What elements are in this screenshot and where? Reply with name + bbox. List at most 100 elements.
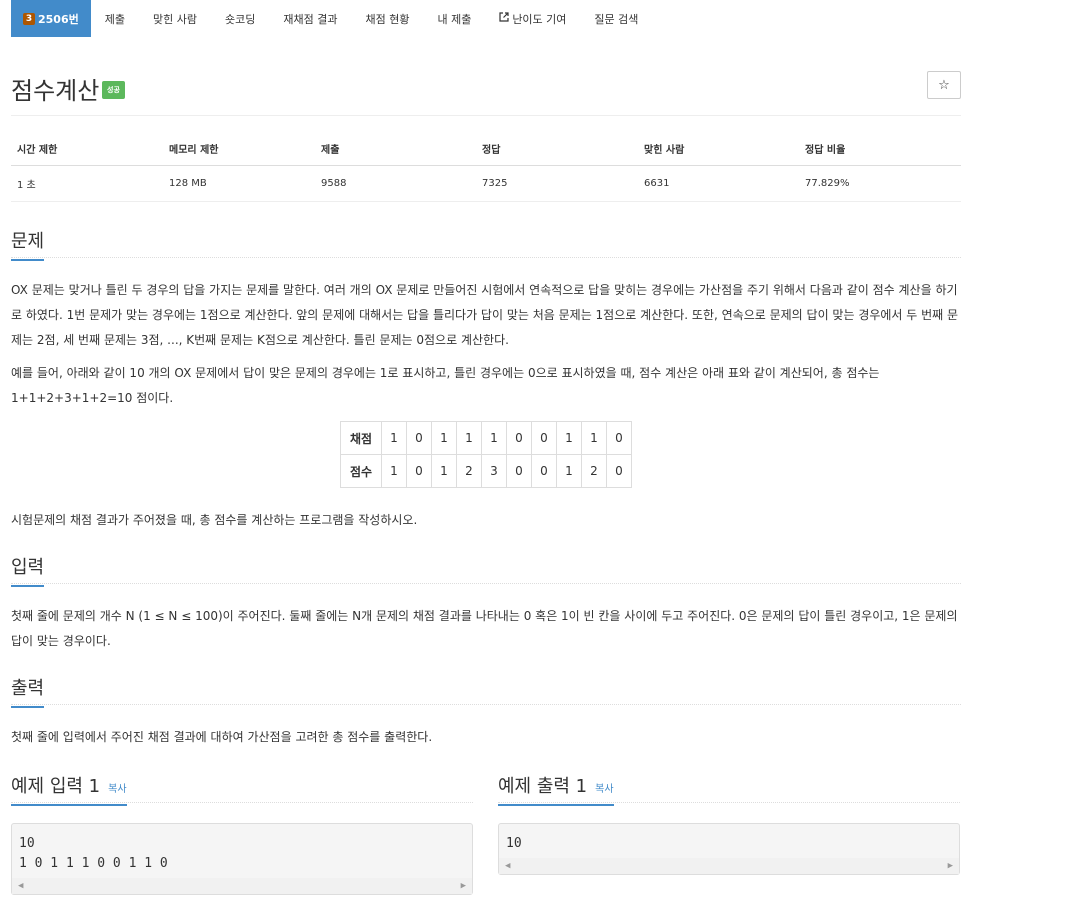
score-cell: 1: [556, 454, 582, 488]
info-value: 128 MB: [163, 165, 315, 202]
info-header: 시간 제한: [11, 132, 163, 166]
score-table: 채점 1 0 1 1 1 0 0 1 1 0 점수 1 0 1 2 3 0 0 …: [340, 421, 632, 488]
copy-sample-output-link[interactable]: 복사: [595, 784, 613, 795]
grading-cell: 0: [531, 421, 557, 455]
tab-rejudge[interactable]: 재채점 결과: [269, 0, 351, 37]
info-value: 6631: [638, 165, 799, 202]
score-cell: 0: [406, 454, 432, 488]
section-header: 입력: [11, 553, 961, 587]
info-value-row: 1 초 128 MB 9588 7325 6631 77.829%: [11, 165, 961, 202]
problem-nav: 3 2506번 제출 맞힌 사람 숏코딩 재채점 결과 채점 현황 내 제출 난…: [11, 0, 961, 37]
sample-input: 예제 입력 1 복사 10 1 0 1 1 1 0 0 1 1 0 ◀ ▶: [11, 772, 473, 895]
score-cell: 2: [581, 454, 607, 488]
score-cell: 1: [381, 454, 407, 488]
tab-status[interactable]: 채점 현황: [351, 0, 423, 37]
sample-input-heading: 예제 입력 1 복사: [11, 772, 127, 806]
horizontal-scrollbar[interactable]: ◀ ▶: [499, 858, 959, 874]
grading-cell: 1: [481, 421, 507, 455]
grading-cell: 1: [381, 421, 407, 455]
output-description: 첫째 줄에 입력에서 주어진 채점 결과에 대하여 가산점을 고려한 총 점수를…: [11, 730, 433, 744]
grading-cell: 0: [506, 421, 532, 455]
info-header: 맞힌 사람: [638, 132, 799, 166]
tab-label: 난이도 기여: [512, 12, 567, 26]
info-header-row: 시간 제한 메모리 제한 제출 정답 맞힌 사람 정답 비율: [11, 132, 961, 166]
grading-cell: 0: [606, 421, 632, 455]
info-value: 77.829%: [799, 165, 961, 202]
info-value: 9588: [315, 165, 476, 202]
score-cell: 0: [506, 454, 532, 488]
grading-cell: 0: [406, 421, 432, 455]
tab-my-submissions[interactable]: 내 제출: [423, 0, 485, 37]
score-row-label: 점수: [340, 454, 382, 488]
sample-output-heading: 예제 출력 1 복사: [498, 772, 614, 806]
star-icon: ☆: [938, 77, 950, 93]
output-heading: 출력: [11, 674, 45, 708]
score-table-wrap: 채점 1 0 1 1 1 0 0 1 1 0 점수 1 0 1 2 3 0 0 …: [11, 421, 961, 488]
sample-output: 예제 출력 1 복사 10 ◀ ▶: [498, 772, 960, 875]
problem-description: OX 문제는 맞거나 틀린 두 경우의 답을 가지는 문제를 말한다. 여러 개…: [11, 283, 959, 347]
tab-solvers[interactable]: 맞힌 사람: [139, 0, 211, 37]
input-heading: 입력: [11, 553, 45, 587]
scroll-left-icon[interactable]: ◀: [505, 861, 510, 871]
grading-cell: 1: [556, 421, 582, 455]
tab-problem-label: 2506번: [38, 12, 79, 26]
scroll-right-icon[interactable]: ▶: [948, 861, 953, 871]
grading-cell: 1: [456, 421, 482, 455]
section-header: 예제 출력 1 복사: [498, 772, 960, 806]
tab-submit[interactable]: 제출: [91, 0, 139, 37]
page: 3 2506번 제출 맞힌 사람 숏코딩 재채점 결과 채점 현황 내 제출 난…: [11, 0, 961, 912]
tier-badge-icon: 3: [23, 12, 35, 25]
problem-heading: 문제: [11, 227, 45, 261]
sample-input-box[interactable]: 10 1 0 1 1 1 0 0 1 1 0 ◀ ▶: [11, 823, 473, 895]
sample-input-title: 예제 입력 1: [11, 776, 101, 797]
tab-label: 재채점 결과: [283, 12, 338, 26]
score-cell: 0: [531, 454, 557, 488]
tab-label: 숏코딩: [224, 12, 256, 26]
horizontal-scrollbar[interactable]: ◀ ▶: [12, 878, 472, 894]
problem-title: 점수계산: [11, 77, 100, 105]
tab-label: 제출: [104, 12, 125, 26]
tab-label: 질문 검색: [594, 12, 639, 26]
tab-label: 내 제출: [437, 12, 472, 26]
score-cell: 1: [431, 454, 457, 488]
info-header: 메모리 제한: [163, 132, 315, 166]
grading-row: 채점 1 0 1 1 1 0 0 1 1 0: [340, 421, 632, 455]
problem-info-table: 시간 제한 메모리 제한 제출 정답 맞힌 사람 정답 비율 1 초 128 M…: [11, 132, 961, 202]
grading-cell: 1: [581, 421, 607, 455]
score-cell: 2: [456, 454, 482, 488]
section-header: 예제 입력 1 복사: [11, 772, 473, 806]
problem-task-text: 시험문제의 채점 결과가 주어졌을 때, 총 점수를 계산하는 프로그램을 작성…: [11, 513, 418, 527]
input-section: 입력 첫째 줄에 문제의 개수 N (1 ≤ N ≤ 100)이 주어진다. 둘…: [11, 553, 961, 654]
score-cell: 3: [481, 454, 507, 488]
input-description: 첫째 줄에 문제의 개수 N (1 ≤ N ≤ 100)이 주어진다. 둘째 줄…: [11, 609, 958, 648]
sample-input-line: 1 0 1 1 1 0 0 1 1 0: [19, 856, 168, 871]
score-row: 점수 1 0 1 2 3 0 0 1 2 0: [340, 454, 632, 488]
result-badge: 성공: [102, 81, 125, 99]
problem-example-text: 예를 들어, 아래와 같이 10 개의 OX 문제에서 답이 맞은 문제의 경우…: [11, 366, 880, 405]
info-header: 정답: [476, 132, 638, 166]
tab-questions[interactable]: 질문 검색: [580, 0, 652, 37]
title-row: 점수계산 성공 ☆: [11, 71, 961, 116]
tab-label: 채점 현황: [365, 12, 410, 26]
sample-input-line: 10: [19, 836, 35, 851]
section-header: 출력: [11, 674, 961, 708]
sample-output-box[interactable]: 10 ◀ ▶: [498, 823, 960, 875]
samples-row: 예제 입력 1 복사 10 1 0 1 1 1 0 0 1 1 0 ◀ ▶ 예제 …: [11, 772, 961, 912]
grading-row-label: 채점: [340, 421, 382, 455]
score-cell: 0: [606, 454, 632, 488]
external-link-icon: [499, 12, 509, 25]
sample-output-title: 예제 출력 1: [498, 776, 588, 797]
output-section: 출력 첫째 줄에 입력에서 주어진 채점 결과에 대하여 가산점을 고려한 총 …: [11, 674, 961, 750]
copy-sample-input-link[interactable]: 복사: [108, 784, 126, 795]
tab-difficulty[interactable]: 난이도 기여: [485, 0, 580, 37]
info-header: 제출: [315, 132, 476, 166]
sample-output-line: 10: [506, 836, 522, 851]
grading-cell: 1: [431, 421, 457, 455]
tab-problem[interactable]: 3 2506번: [11, 0, 91, 37]
tab-label: 맞힌 사람: [153, 12, 197, 26]
star-button[interactable]: ☆: [927, 71, 961, 99]
info-header: 정답 비율: [799, 132, 961, 166]
tab-shortcoding[interactable]: 숏코딩: [211, 0, 269, 37]
info-value: 1 초: [11, 165, 163, 202]
info-value: 7325: [476, 165, 638, 202]
